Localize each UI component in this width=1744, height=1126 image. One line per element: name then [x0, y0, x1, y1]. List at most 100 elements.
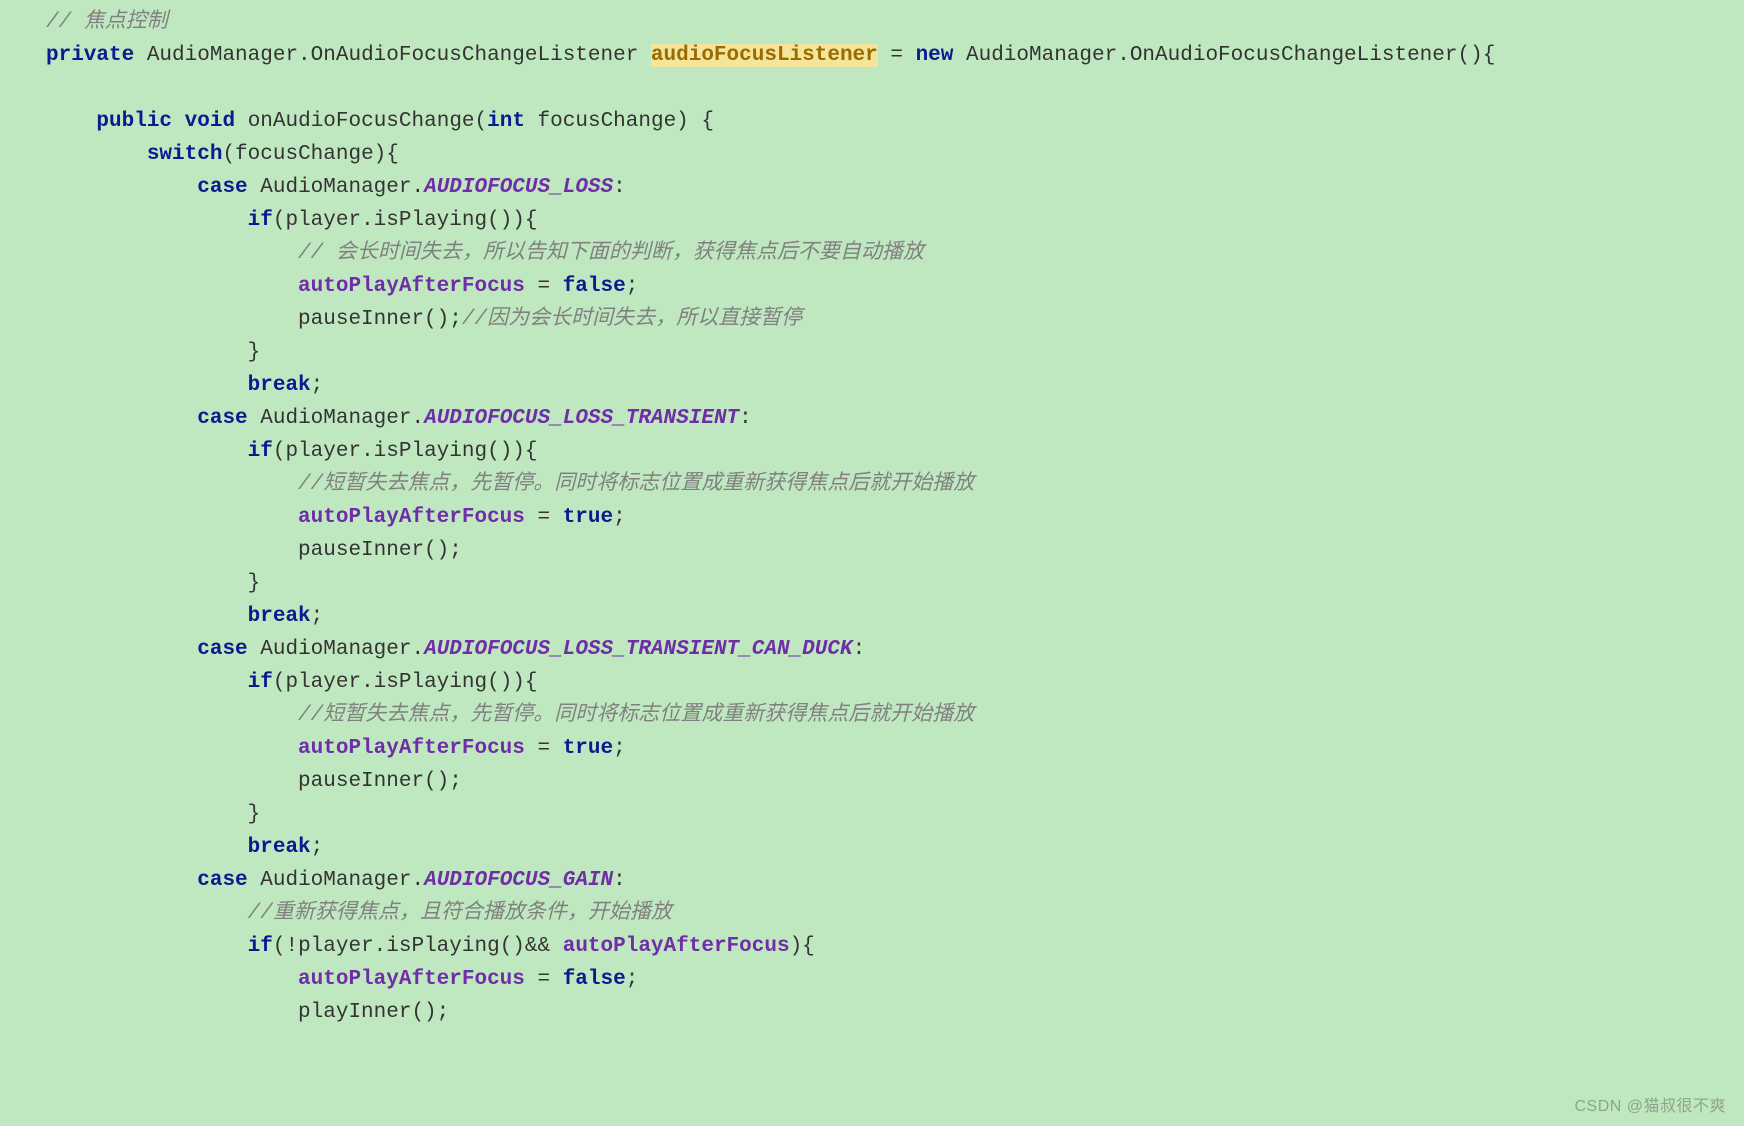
code-token-pt: [46, 176, 197, 199]
code-token-kw: int: [487, 110, 525, 133]
code-token-pt: pauseInner();: [46, 308, 462, 331]
code-token-pt: =: [525, 506, 563, 529]
code-token-pt: [46, 473, 298, 496]
code-token-pt: [638, 44, 651, 67]
code-token-const: AUDIOFOCUS_LOSS_TRANSIENT_CAN_DUCK: [424, 638, 852, 661]
code-token-kw: case: [197, 869, 247, 892]
code-token-pt: [46, 902, 248, 925]
code-token-pt: }: [46, 572, 260, 595]
code-token-cm: // 焦点控制: [46, 11, 168, 34]
code-token-pt: :: [739, 407, 752, 430]
code-token-kw: break: [248, 836, 311, 859]
code-token-pt: AudioManager.: [248, 407, 424, 430]
code-token-kw: case: [197, 638, 247, 661]
code-token-pt: [46, 935, 248, 958]
code-token-const: AUDIOFOCUS_LOSS_TRANSIENT: [424, 407, 739, 430]
code-token-pt: [46, 638, 197, 661]
code-token-pt: }: [46, 341, 260, 364]
code-token-kw: void: [185, 110, 235, 133]
code-token-bool: false: [563, 275, 626, 298]
code-token-kw: case: [197, 407, 247, 430]
code-token-pt: (player.isPlaying()){: [273, 671, 538, 694]
code-token-fld: autoPlayAfterFocus: [563, 935, 790, 958]
code-token-pt: [953, 44, 966, 67]
code-token-pt: [46, 275, 298, 298]
code-token-pt: }: [46, 803, 260, 826]
code-token-pt: AudioManager.: [248, 638, 424, 661]
code-token-pt: ;: [311, 836, 324, 859]
code-token-pt: [46, 374, 248, 397]
code-token-pt: ;: [311, 374, 324, 397]
code-token-pt: [46, 605, 248, 628]
java-code-snippet: // 焦点控制 private AudioManager.OnAudioFocu…: [0, 0, 1744, 1029]
code-token-hl: audioFocusListener: [651, 44, 878, 67]
code-token-pt: [46, 704, 298, 727]
code-token-pt: [46, 143, 147, 166]
code-token-pt: ;: [311, 605, 324, 628]
code-token-pt: AudioManager.: [248, 869, 424, 892]
code-token-kw: new: [916, 44, 954, 67]
code-token-pt: (player.isPlaying()){: [273, 440, 538, 463]
code-token-pt: [46, 737, 298, 760]
code-token-fld: autoPlayAfterFocus: [298, 506, 525, 529]
code-token-bool: true: [563, 506, 613, 529]
code-token-pt: [46, 968, 298, 991]
code-token-pt: focusChange) {: [525, 110, 714, 133]
code-token-pt: [235, 110, 248, 133]
code-token-kw: private: [46, 44, 134, 67]
code-token-const: AUDIOFOCUS_GAIN: [424, 869, 613, 892]
code-token-kw: public: [96, 110, 172, 133]
code-token-bool: true: [563, 737, 613, 760]
code-token-pt: pauseInner();: [46, 539, 462, 562]
code-token-ty: AudioManager.OnAudioFocusChangeListener: [147, 44, 638, 67]
code-token-pt: pauseInner();: [46, 770, 462, 793]
code-token-ty: onAudioFocusChange: [248, 110, 475, 133]
code-token-pt: :: [613, 176, 626, 199]
code-token-pt: ;: [626, 275, 639, 298]
code-token-pt: (!player.isPlaying()&&: [273, 935, 563, 958]
code-token-pt: [46, 242, 298, 265]
code-token-pt: ){: [790, 935, 815, 958]
code-token-pt: [46, 440, 248, 463]
code-token-pt: ;: [613, 506, 626, 529]
code-token-pt: [134, 44, 147, 67]
code-token-cm: //因为会长时间失去，所以直接暂停: [462, 308, 802, 331]
code-token-kw: if: [248, 935, 273, 958]
code-token-pt: :: [613, 869, 626, 892]
code-token-kw: case: [197, 176, 247, 199]
code-token-pt: [46, 209, 248, 232]
code-token-kw: if: [248, 671, 273, 694]
code-token-cm: //重新获得焦点，且符合播放条件，开始播放: [248, 902, 672, 925]
code-token-pt: AudioManager.: [248, 176, 424, 199]
code-token-const: AUDIOFOCUS_LOSS: [424, 176, 613, 199]
code-token-cm: // 会长时间失去，所以告知下面的判断，获得焦点后不要自动播放: [298, 242, 924, 265]
code-token-pt: [172, 110, 185, 133]
code-token-fld: autoPlayAfterFocus: [298, 275, 525, 298]
code-token-kw: break: [248, 374, 311, 397]
code-token-pt: (player.isPlaying()){: [273, 209, 538, 232]
code-token-cm: //短暂失去焦点，先暂停。同时将标志位置成重新获得焦点后就开始播放: [298, 704, 974, 727]
code-token-pt: =: [525, 275, 563, 298]
code-token-ty: AudioManager.OnAudioFocusChangeListener: [966, 44, 1457, 67]
code-token-pt: [46, 407, 197, 430]
code-token-kw: switch: [147, 143, 223, 166]
code-token-fld: autoPlayAfterFocus: [298, 737, 525, 760]
code-token-pt: [46, 506, 298, 529]
code-token-pt: [46, 671, 248, 694]
watermark-text: CSDN @猫叔很不爽: [1574, 1092, 1726, 1116]
code-token-bool: false: [563, 968, 626, 991]
code-token-pt: :: [853, 638, 866, 661]
code-token-pt: =: [525, 737, 563, 760]
code-token-pt: ;: [613, 737, 626, 760]
code-token-pt: [46, 869, 197, 892]
code-token-pt: =: [525, 968, 563, 991]
code-token-pt: (focusChange){: [222, 143, 398, 166]
code-token-kw: break: [248, 605, 311, 628]
code-token-kw: if: [248, 209, 273, 232]
code-token-pt: (: [475, 110, 488, 133]
code-token-pt: playInner();: [46, 1001, 449, 1024]
code-token-fld: autoPlayAfterFocus: [298, 968, 525, 991]
code-token-kw: if: [248, 440, 273, 463]
code-token-pt: [46, 836, 248, 859]
code-token-pt: =: [878, 44, 916, 67]
